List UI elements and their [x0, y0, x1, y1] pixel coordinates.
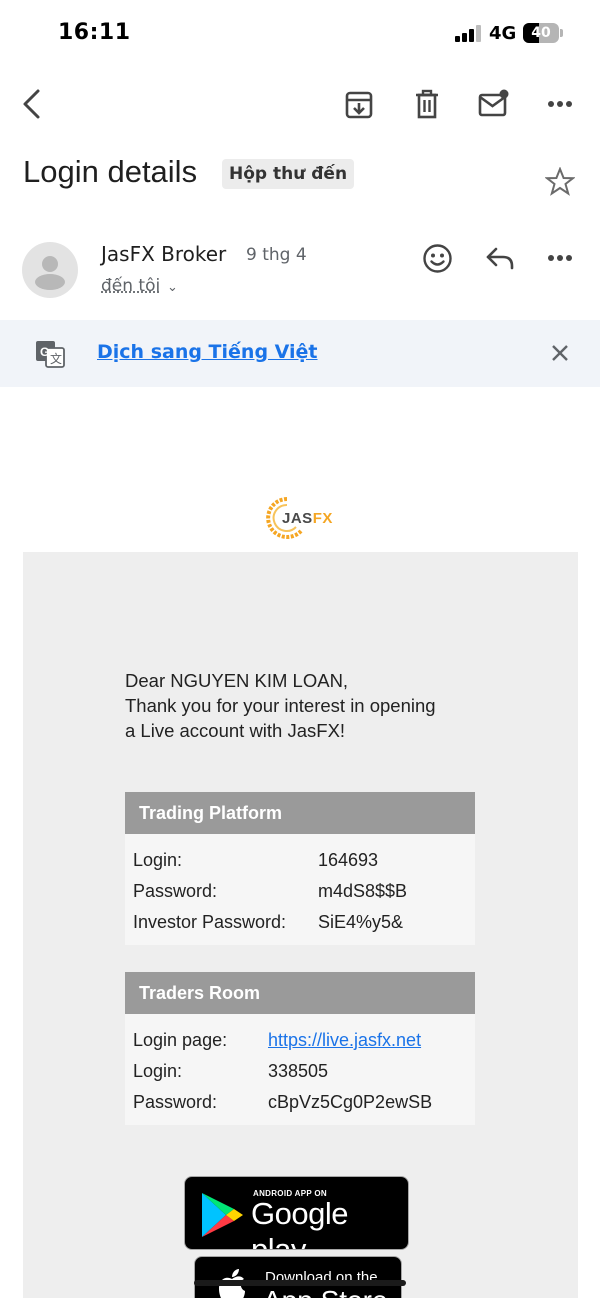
- investor-password-value: SiE4%y5&: [318, 912, 404, 932]
- avatar[interactable]: [22, 242, 78, 298]
- app-store-big-text: App Store: [263, 1285, 388, 1298]
- home-indicator[interactable]: [194, 1280, 406, 1286]
- app-store-button[interactable]: Download on the App Store: [194, 1256, 402, 1298]
- archive-icon[interactable]: [344, 90, 374, 120]
- inbox-label-chip[interactable]: Hộp thư đến: [222, 159, 355, 189]
- emoji-reaction-icon[interactable]: [422, 243, 453, 274]
- translate-link[interactable]: Dịch sang Tiếng Việt: [97, 341, 318, 363]
- battery-icon: 40: [523, 23, 559, 43]
- status-time: 16:11: [58, 20, 131, 45]
- sender-name[interactable]: JasFX Broker: [101, 242, 226, 266]
- trading-login-value: 164693: [318, 850, 379, 870]
- google-play-big-text: Google play: [251, 1196, 348, 1250]
- close-icon[interactable]: [551, 344, 569, 362]
- google-play-button[interactable]: ANDROID APP ON Google play: [184, 1176, 409, 1250]
- logo-text: JASFX: [282, 510, 333, 527]
- traders-password-value: cBpVz5Cg0P2ewSB: [268, 1092, 433, 1112]
- email-date: 9 thg 4: [246, 245, 307, 265]
- battery-level: 40: [531, 25, 551, 41]
- svg-text:文: 文: [50, 351, 62, 366]
- field-label: Password:: [133, 881, 218, 901]
- delete-icon[interactable]: [413, 89, 441, 120]
- back-arrow-icon[interactable]: [18, 88, 48, 120]
- mark-unread-icon[interactable]: [478, 89, 510, 119]
- traders-room-title: Traders Room: [125, 972, 475, 1014]
- field-label: Investor Password:: [133, 912, 287, 932]
- more-icon[interactable]: [547, 100, 573, 108]
- battery-nub: [560, 29, 563, 37]
- network-type: 4G: [489, 23, 517, 44]
- message-more-icon[interactable]: [547, 254, 573, 262]
- recipient-details[interactable]: đến tôi: [101, 276, 160, 296]
- reply-icon[interactable]: [485, 246, 515, 270]
- google-play-icon: [202, 1193, 243, 1237]
- trading-password-value: m4dS8$$B: [318, 881, 408, 901]
- field-label: Password:: [133, 1092, 218, 1112]
- field-label: Login page:: [133, 1030, 228, 1050]
- signal-strength-icon: [455, 24, 483, 42]
- greeting-text: Dear NGUYEN KIM LOAN, Thank you for your…: [125, 670, 436, 741]
- field-label: Login:: [133, 1061, 183, 1081]
- trading-platform-title: Trading Platform: [125, 792, 475, 834]
- translate-icon: G文: [35, 340, 65, 368]
- star-icon[interactable]: [545, 167, 575, 196]
- login-page-link[interactable]: https://live.jasfx.net: [268, 1030, 421, 1051]
- traders-login-value: 338505: [268, 1061, 329, 1081]
- chevron-down-icon[interactable]: ⌄: [167, 279, 178, 295]
- field-label: Login:: [133, 850, 183, 870]
- svg-text:G: G: [40, 345, 49, 359]
- email-subject: Login details: [23, 154, 198, 189]
